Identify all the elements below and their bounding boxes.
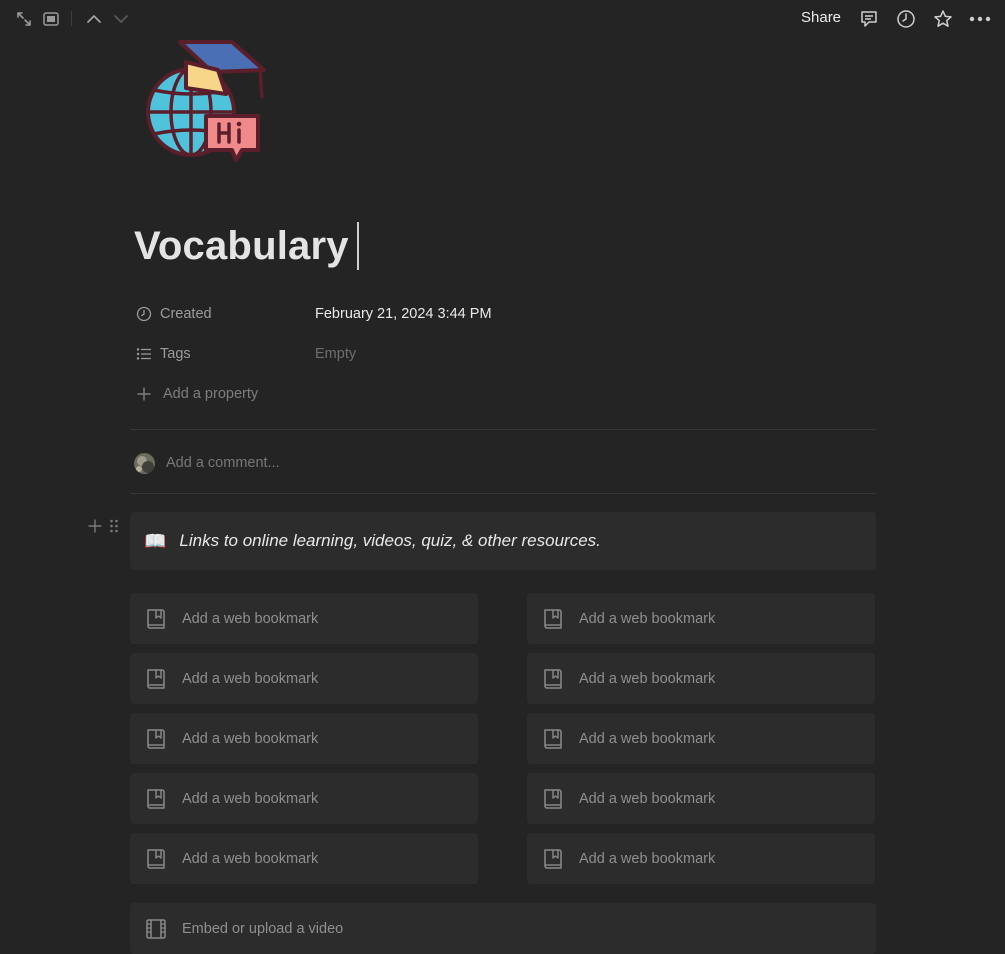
property-value-tags[interactable]: Empty [315,342,356,366]
bookmark-icon [541,786,565,812]
toolbar-separator [71,11,72,26]
add-property-button[interactable]: Add a property [134,382,258,406]
add-block-icon[interactable] [87,518,103,539]
bookmark-label: Add a web bookmark [182,850,319,867]
text-cursor [357,222,359,270]
chevron-up-icon[interactable] [84,9,104,29]
comment-icon[interactable] [858,8,880,30]
divider [130,429,876,430]
history-icon[interactable] [895,8,917,30]
web-bookmark-placeholder[interactable]: Add a web bookmark [130,653,478,704]
bookmark-icon [541,606,565,632]
property-name: Tags [160,346,191,362]
web-bookmark-placeholder[interactable]: Add a web bookmark [527,833,875,884]
bookmark-label: Add a web bookmark [579,730,716,747]
property-tags[interactable]: Tags [134,342,191,366]
drag-handle-icon[interactable] [109,518,119,539]
embed-video-label: Embed or upload a video [182,920,344,937]
property-created[interactable]: Created [134,302,212,326]
more-icon[interactable] [968,8,992,30]
bookmark-label: Add a web bookmark [579,610,716,627]
add-property-label: Add a property [163,386,259,402]
bookmark-icon [144,846,168,872]
globe-graduation-hi-icon[interactable] [146,40,270,164]
chevron-down-icon[interactable] [111,9,131,29]
web-bookmark-placeholder[interactable]: Add a web bookmark [130,833,478,884]
bookmark-label: Add a web bookmark [182,670,319,687]
web-bookmark-placeholder[interactable]: Add a web bookmark [130,713,478,764]
web-bookmark-placeholder[interactable]: Add a web bookmark [130,773,478,824]
divider [130,493,876,494]
web-bookmark-placeholder[interactable]: Add a web bookmark [527,713,875,764]
callout-block[interactable]: 📖 Links to online learning, videos, quiz… [130,512,876,570]
list-icon [134,344,154,364]
book-emoji-icon[interactable]: 📖 [144,531,166,552]
page-title[interactable]: Vocabulary [134,224,349,269]
plus-icon [134,384,154,404]
bookmark-icon [541,846,565,872]
web-bookmark-placeholder[interactable]: Add a web bookmark [130,593,478,644]
sidebar-peek-icon[interactable] [41,9,61,29]
callout-text[interactable]: Links to online learning, videos, quiz, … [179,531,600,551]
bookmark-label: Add a web bookmark [182,610,319,627]
block-handles [87,518,119,539]
bookmark-icon [144,786,168,812]
topbar: Share [0,0,1005,38]
web-bookmark-placeholder[interactable]: Add a web bookmark [527,593,875,644]
web-bookmark-placeholder[interactable]: Add a web bookmark [527,653,875,704]
comment-input[interactable]: Add a comment... [166,455,280,471]
comment-row[interactable]: Add a comment... [134,450,280,476]
clock-icon [134,304,154,324]
embed-video-button[interactable]: Embed or upload a video [130,903,876,954]
bookmark-icon [144,666,168,692]
share-button[interactable]: Share [801,9,841,26]
bookmark-label: Add a web bookmark [182,790,319,807]
property-value-created[interactable]: February 21, 2024 3:44 PM [315,302,492,326]
bookmark-icon [541,666,565,692]
avatar [134,452,155,474]
web-bookmark-placeholder[interactable]: Add a web bookmark [527,773,875,824]
bookmark-label: Add a web bookmark [579,670,716,687]
bookmark-icon [144,606,168,632]
star-icon[interactable] [932,8,954,30]
bookmark-icon [541,726,565,752]
bookmark-label: Add a web bookmark [579,850,716,867]
bookmark-label: Add a web bookmark [182,730,319,747]
bookmark-label: Add a web bookmark [579,790,716,807]
property-name: Created [160,306,212,322]
bookmark-icon [144,726,168,752]
expand-icon[interactable] [14,9,34,29]
